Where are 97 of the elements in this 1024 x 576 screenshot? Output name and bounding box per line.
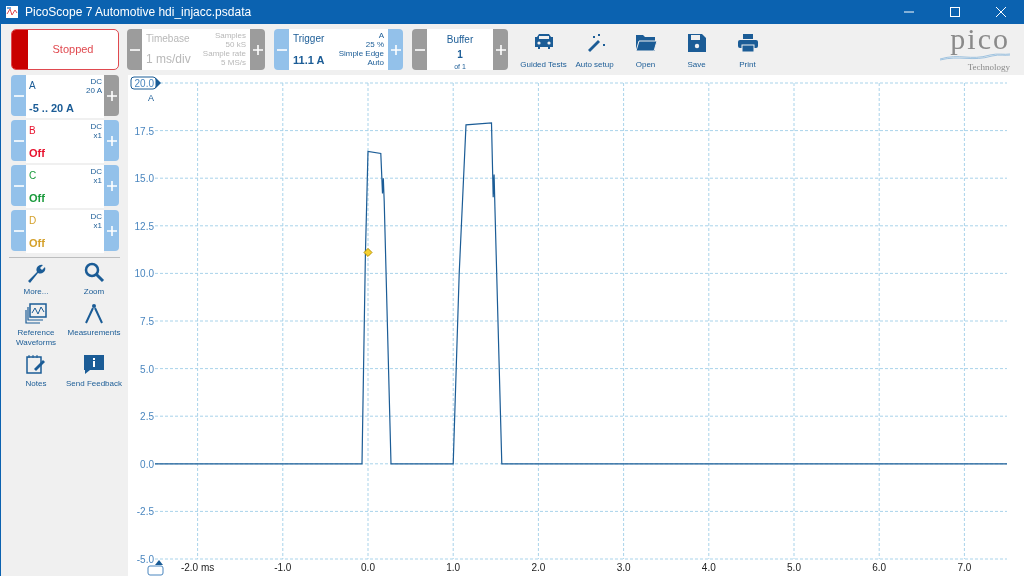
plus-button[interactable] [493, 29, 508, 70]
trigger-source: A [377, 31, 384, 40]
coupling-label: DC [89, 77, 102, 86]
folder-icon [634, 32, 657, 53]
toolbar-button[interactable]: Open [620, 28, 671, 71]
probe-scale: x1 [92, 176, 102, 185]
axis-label: 0.0 [361, 562, 375, 573]
buffer-label: Buffer [446, 33, 474, 47]
tool-button[interactable]: Reference Waveforms [7, 303, 65, 348]
toolbar-button[interactable]: Guided Tests [518, 28, 569, 71]
trigger-level: 11.1 A [293, 52, 325, 68]
trigger-type: Simple Edge [338, 49, 384, 58]
trigger-panel[interactable]: Trigger 11.1 A A 25 % Simple Edge Auto [289, 29, 388, 70]
timebase-value: 1 ms/div [146, 51, 191, 68]
probe-scale: x1 [92, 221, 102, 230]
samples-label: Samples [213, 31, 246, 40]
drafting-compass-icon [83, 303, 105, 324]
trigger-label: Trigger [293, 32, 325, 46]
printer-icon [736, 32, 759, 53]
trigger-mode: Auto [366, 58, 384, 67]
axis-label: 0.0 [140, 458, 154, 470]
probe-scale: x1 [92, 131, 102, 140]
plus-icon [106, 180, 117, 191]
axis-label: 5.0 [787, 562, 801, 573]
channel-range: Off [29, 145, 45, 161]
axis-label: 7.0 [957, 562, 972, 573]
plus-button[interactable] [388, 29, 403, 70]
channel-range: Off [29, 235, 45, 251]
minus-button[interactable] [11, 120, 26, 161]
coupling-label: DC [90, 167, 102, 176]
axis-label: 7.5 [140, 316, 154, 327]
axis-label: 17.5 [134, 125, 154, 137]
minus-button[interactable] [11, 165, 26, 206]
axis-label: 6.0 [872, 562, 887, 573]
channel-name: B [29, 124, 36, 138]
maximize-icon[interactable] [950, 7, 960, 17]
channel-name: D [29, 214, 37, 228]
minus-button[interactable] [274, 29, 289, 70]
channel-name: C [29, 169, 37, 183]
minus-button[interactable] [412, 29, 427, 70]
channel-range: Off [29, 190, 45, 206]
axis-unit: A [148, 93, 154, 103]
plus-icon [495, 44, 506, 55]
minus-button[interactable] [127, 29, 142, 70]
axis-label: 4.0 [701, 562, 716, 573]
window-title: PicoScope 7 Automotive hdi_injacc.psdata [25, 4, 253, 21]
toolbar-button[interactable]: Print [722, 28, 773, 71]
timebase-label: Timebase [146, 32, 191, 46]
tool-button[interactable]: Notes [7, 354, 65, 389]
close-icon[interactable] [996, 7, 1006, 17]
axis-label: 15.0 [134, 173, 154, 185]
axis-label: 1.0 [446, 562, 461, 573]
tool-button[interactable]: More... [7, 262, 65, 297]
axis-label: 2.5 [140, 411, 154, 423]
plus-icon [390, 44, 401, 55]
minus-button[interactable] [11, 210, 26, 251]
axis-label: -2.0 ms [180, 562, 215, 573]
axis-label: 10.0 [134, 268, 154, 280]
plus-icon [252, 44, 263, 55]
notepad-icon [25, 354, 47, 375]
axis-label: -5.0 [136, 554, 154, 565]
coupling-label: DC [90, 122, 102, 131]
sample-rate-label: Sample rate [202, 49, 246, 58]
minus-button[interactable] [11, 75, 26, 116]
search-icon [83, 262, 105, 283]
toolbar-button[interactable]: Auto setup [569, 28, 620, 71]
logo-tagline: Technology [967, 60, 1010, 74]
toolbar-button[interactable]: Save [671, 28, 722, 71]
axis-label: -1.0 [274, 562, 292, 573]
waveform-icon [25, 303, 47, 324]
channel-name: A [29, 79, 36, 93]
speech-bubble-icon [83, 354, 105, 375]
axis-label: -2.5 [136, 506, 154, 518]
axis-label: 2.0 [531, 562, 546, 573]
axis-label: 3.0 [616, 562, 631, 573]
trigger-position: 25 % [364, 40, 384, 49]
probe-scale: 20 A [86, 86, 102, 95]
app-icon [5, 5, 19, 19]
axis-label: 12.5 [134, 220, 154, 232]
plus-button[interactable] [104, 165, 119, 206]
channel-range: -5 .. 20 A [29, 100, 74, 116]
trigger-marker[interactable] [363, 247, 373, 257]
plus-icon [106, 225, 117, 236]
coupling-label: DC [90, 212, 102, 221]
tool-button[interactable]: Zoom [65, 262, 123, 297]
plus-button[interactable] [104, 120, 119, 161]
logo-text: pico [950, 24, 1010, 53]
y-tick-label: 20.0 [134, 78, 155, 89]
plus-icon [106, 90, 117, 101]
plus-button[interactable] [104, 210, 119, 251]
tool-button[interactable]: Measurements [65, 303, 123, 348]
plus-button[interactable] [250, 29, 265, 70]
run-button[interactable]: Stopped [11, 29, 119, 70]
buffer-value: 1 [457, 48, 463, 62]
plus-icon [106, 135, 117, 146]
tool-button[interactable]: Send Feedback [65, 354, 123, 389]
axis-label: 5.0 [140, 363, 154, 375]
